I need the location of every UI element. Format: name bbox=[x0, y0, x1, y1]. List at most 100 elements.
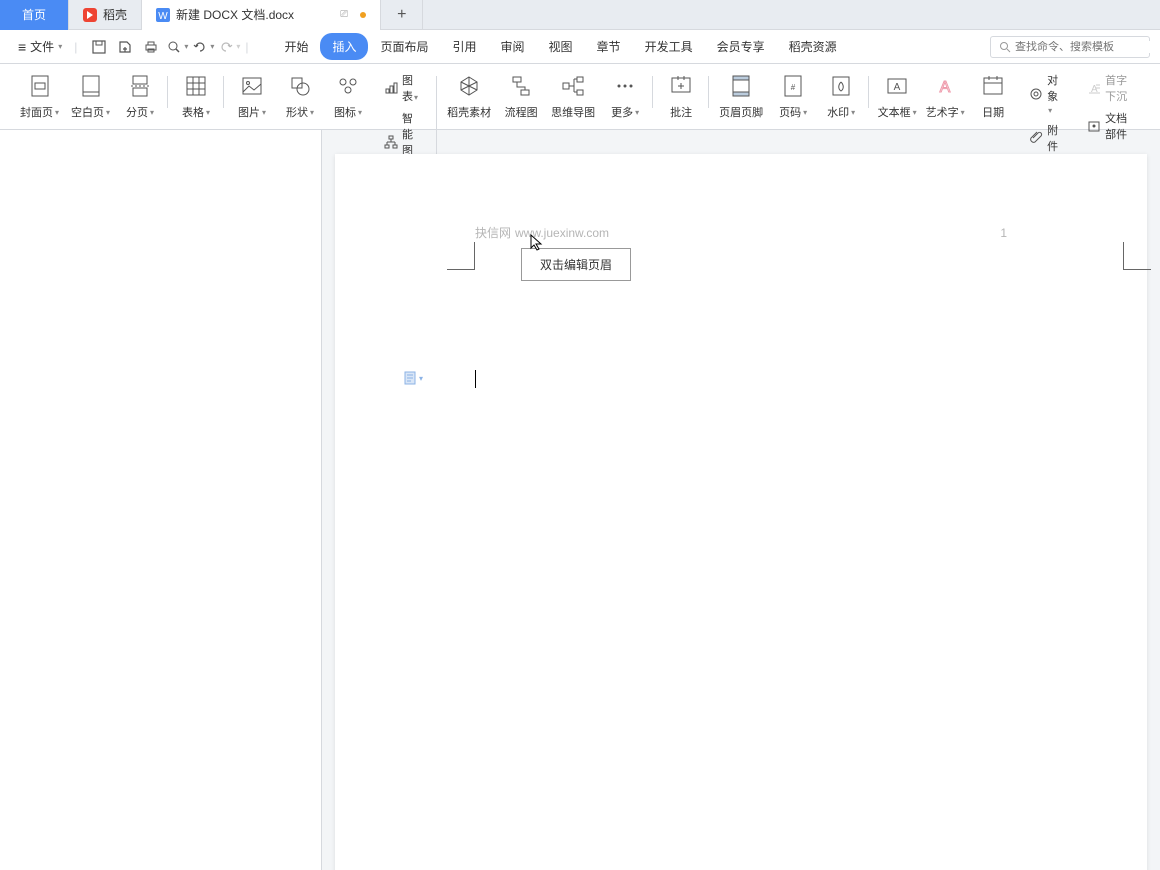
label: 首字下沉 bbox=[1105, 72, 1134, 104]
search-icon bbox=[999, 41, 1011, 53]
material-button[interactable]: 稻壳素材 bbox=[445, 70, 493, 122]
label: 水印 bbox=[827, 104, 855, 120]
save-as-button[interactable] bbox=[113, 35, 137, 59]
unsaved-dot-icon bbox=[360, 12, 366, 18]
page-header[interactable]: 抉信网 www.juexinw.com 1 bbox=[475, 224, 1007, 241]
picture-icon bbox=[238, 72, 266, 100]
chart-icon bbox=[384, 80, 398, 96]
tab-review-label: 审阅 bbox=[501, 40, 525, 54]
svg-text:A: A bbox=[894, 82, 901, 93]
label: 日期 bbox=[982, 104, 1004, 120]
wordart-icon: A bbox=[931, 72, 959, 100]
tab-resources[interactable]: 稻壳资源 bbox=[777, 33, 849, 60]
tab-chapter-label: 章节 bbox=[597, 40, 621, 54]
tab-resources-label: 稻壳资源 bbox=[789, 40, 837, 54]
picture-button[interactable]: 图片 bbox=[232, 70, 272, 122]
tab-insert[interactable]: 插入 bbox=[320, 33, 368, 60]
header-left-text: 抉信网 bbox=[475, 224, 511, 241]
icon-button[interactable]: 图标 bbox=[328, 70, 368, 122]
tab-member-label: 会员专享 bbox=[717, 40, 765, 54]
pagenumber-button[interactable]: # 页码 bbox=[773, 70, 813, 122]
tab-member[interactable]: 会员专享 bbox=[705, 33, 777, 60]
header-tooltip: 双击编辑页眉 bbox=[521, 248, 631, 281]
page-break-button[interactable]: 分页 bbox=[120, 70, 160, 122]
more-button[interactable]: 更多 bbox=[605, 70, 645, 122]
label: 表格 bbox=[182, 104, 210, 120]
chevron-down-icon: ▾ bbox=[58, 42, 62, 51]
object-button[interactable]: 对象 bbox=[1025, 70, 1067, 118]
label: 对象 bbox=[1047, 72, 1063, 116]
document-page[interactable]: 抉信网 www.juexinw.com 1 双击编辑页眉 ▾ bbox=[335, 154, 1147, 870]
print-preview-button[interactable] bbox=[165, 35, 189, 59]
hamburger-icon: ≡ bbox=[18, 39, 26, 55]
headerfooter-button[interactable]: 页眉页脚 bbox=[717, 70, 765, 122]
page-icon bbox=[403, 370, 417, 386]
undo-icon bbox=[192, 39, 208, 55]
main-tabs: 开始 插入 页面布局 引用 审阅 视图 章节 开发工具 会员专享 稻壳资源 bbox=[272, 33, 848, 60]
search-bar[interactable] bbox=[990, 36, 1150, 58]
tab-daoke-label: 稻壳 bbox=[103, 6, 127, 23]
header-corner-right bbox=[1123, 242, 1151, 270]
more-icon bbox=[611, 72, 639, 100]
watermark-button[interactable]: 水印 bbox=[821, 70, 861, 122]
document-container[interactable]: 抉信网 www.juexinw.com 1 双击编辑页眉 ▾ bbox=[322, 130, 1160, 870]
cover-page-button[interactable]: 封面页 bbox=[18, 70, 61, 122]
mindmap-button[interactable]: 思维导图 bbox=[549, 70, 597, 122]
redo-button[interactable] bbox=[217, 35, 241, 59]
label: 空白页 bbox=[71, 104, 110, 120]
mindmap-icon bbox=[559, 72, 587, 100]
tab-reference-label: 引用 bbox=[453, 40, 477, 54]
tab-reference[interactable]: 引用 bbox=[441, 33, 489, 60]
tab-chapter[interactable]: 章节 bbox=[585, 33, 633, 60]
date-icon bbox=[979, 72, 1007, 100]
search-input[interactable] bbox=[1015, 41, 1157, 53]
flowchart-button[interactable]: 流程图 bbox=[501, 70, 541, 122]
date-button[interactable]: 日期 bbox=[973, 70, 1013, 122]
undo-button[interactable] bbox=[191, 35, 215, 59]
save-button[interactable] bbox=[87, 35, 111, 59]
comment-icon bbox=[667, 72, 695, 100]
side-panel bbox=[0, 130, 322, 870]
header-corner-left bbox=[447, 242, 475, 270]
tab-add[interactable]: + bbox=[381, 0, 423, 30]
word-doc-icon: W bbox=[156, 8, 170, 22]
menu-bar: ≡ 文件 ▾ | | 开始 插入 页面布局 引用 审阅 视图 章节 开发工具 bbox=[0, 30, 1160, 64]
label: 批注 bbox=[670, 104, 692, 120]
tab-view-label: 视图 bbox=[549, 40, 573, 54]
label: 艺术字 bbox=[926, 104, 965, 120]
label: 封面页 bbox=[20, 104, 59, 120]
comment-button[interactable]: 批注 bbox=[661, 70, 701, 122]
header-page-number: 1 bbox=[1000, 226, 1007, 240]
label: 分页 bbox=[126, 104, 154, 120]
textbox-button[interactable]: A 文本框 bbox=[877, 70, 917, 122]
tab-review[interactable]: 审阅 bbox=[489, 33, 537, 60]
label: 图标 bbox=[334, 104, 362, 120]
chart-button[interactable]: 图表 bbox=[380, 70, 425, 106]
flowchart-icon bbox=[507, 72, 535, 100]
plus-icon: + bbox=[397, 6, 406, 24]
blank-page-button[interactable]: 空白页 bbox=[69, 70, 112, 122]
object-icon bbox=[1029, 86, 1043, 102]
table-button[interactable]: 表格 bbox=[176, 70, 216, 122]
chevron-down-icon: ▾ bbox=[419, 374, 423, 383]
file-menu-label: 文件 bbox=[30, 38, 54, 55]
tab-start[interactable]: 开始 bbox=[272, 33, 320, 60]
file-menu[interactable]: ≡ 文件 ▾ bbox=[10, 34, 70, 59]
paragraph-handle[interactable]: ▾ bbox=[403, 370, 423, 386]
tab-home[interactable]: 首页 bbox=[0, 0, 69, 30]
label: 稻壳素材 bbox=[447, 104, 491, 120]
print-button[interactable] bbox=[139, 35, 163, 59]
tab-document[interactable]: W 新建 DOCX 文档.docx ⎚ bbox=[142, 0, 381, 30]
icon-shapes-icon bbox=[334, 72, 362, 100]
dropcap-button[interactable]: A 首字下沉 bbox=[1083, 70, 1138, 106]
wordart-button[interactable]: A 艺术字 bbox=[925, 70, 965, 122]
shape-icon bbox=[286, 72, 314, 100]
tab-view[interactable]: 视图 bbox=[537, 33, 585, 60]
svg-text:W: W bbox=[158, 11, 168, 22]
tab-devtools[interactable]: 开发工具 bbox=[633, 33, 705, 60]
ribbon-insert: 封面页 空白页 分页 表格 图片 形状 图标 bbox=[0, 64, 1160, 130]
tab-pagelayout[interactable]: 页面布局 bbox=[368, 33, 440, 60]
separator: | bbox=[245, 40, 248, 54]
tab-daoke[interactable]: 稻壳 bbox=[69, 0, 142, 30]
shape-button[interactable]: 形状 bbox=[280, 70, 320, 122]
